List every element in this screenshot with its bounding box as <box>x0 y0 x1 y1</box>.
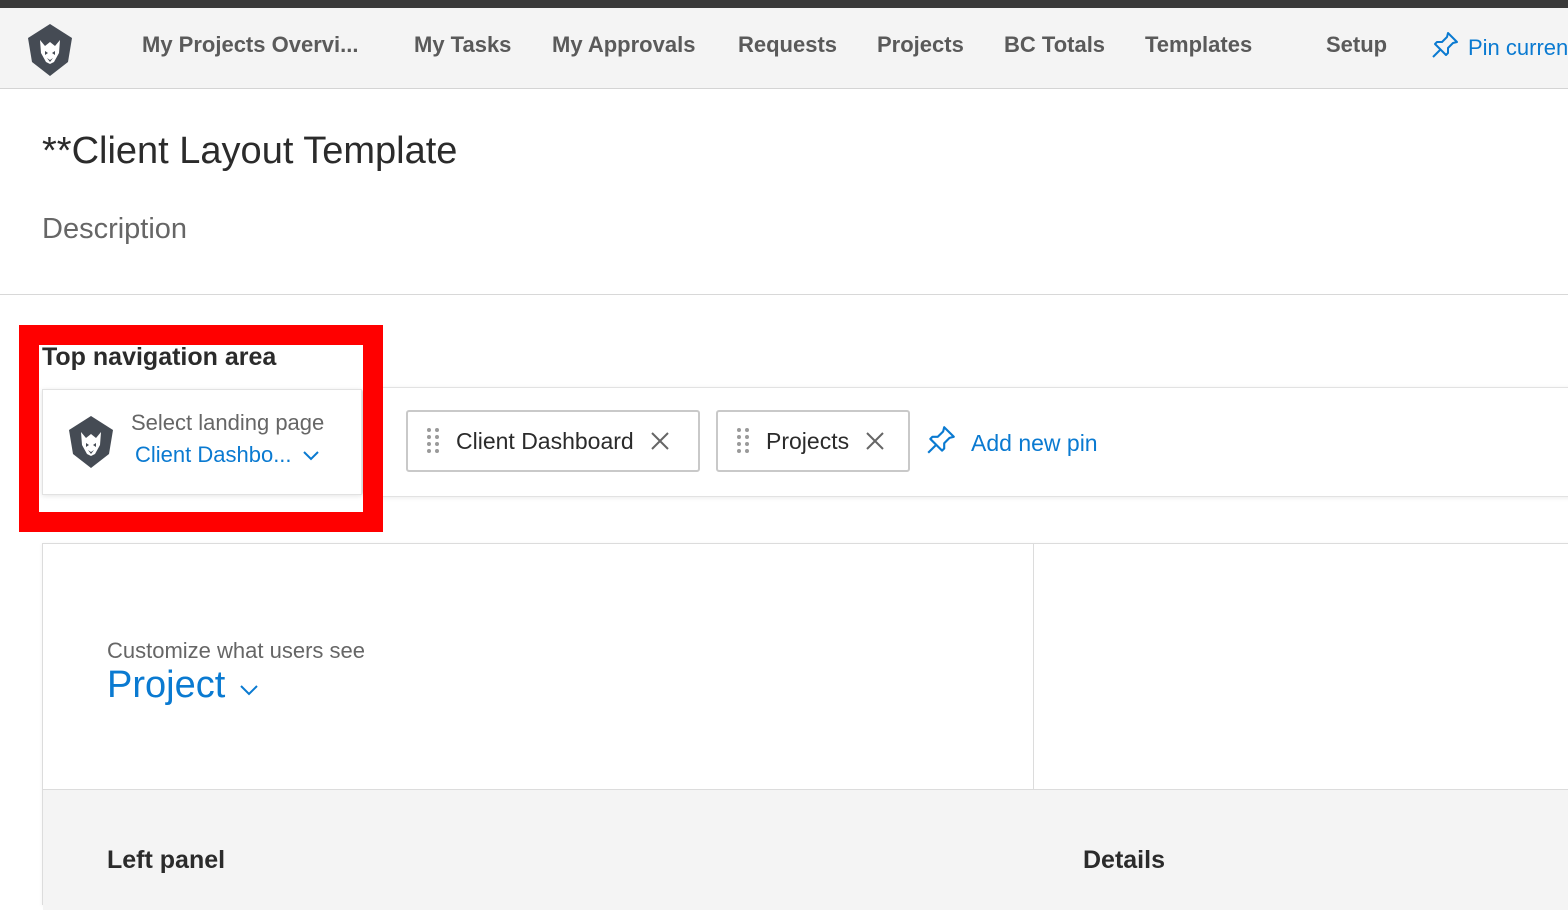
nav-item-requests[interactable]: Requests <box>738 32 837 58</box>
pin-chip-label: Projects <box>766 427 850 454</box>
landing-page-selector[interactable]: Select landing page Client Dashbo... <box>42 389 362 495</box>
pin-chip-projects[interactable]: Projects <box>716 410 910 472</box>
customize-caption: Customize what users see <box>107 638 365 663</box>
customize-object-value: Project <box>107 664 226 706</box>
chevron-down-icon <box>239 664 259 707</box>
nav-item-projects[interactable]: Projects <box>877 32 964 58</box>
pin-current-label: Pin curren <box>1468 35 1568 60</box>
customize-object-dropdown[interactable]: Project <box>107 664 259 707</box>
nav-item-my-tasks[interactable]: My Tasks <box>414 32 511 58</box>
window-top-strip <box>0 0 1568 8</box>
top-navbar: My Projects Overvi... My Tasks My Approv… <box>0 8 1568 89</box>
close-icon[interactable] <box>650 431 670 451</box>
pin-chip-label: Client Dashboard <box>456 427 634 454</box>
layout-panel: Customize what users see Project Left pa… <box>42 543 1568 910</box>
nav-item-setup[interactable]: Setup <box>1326 32 1387 58</box>
page-title[interactable]: **Client Layout Template <box>42 130 457 173</box>
lion-logo-icon[interactable] <box>24 22 76 78</box>
description-field[interactable]: Description <box>42 213 187 246</box>
pin-chip-client-dashboard[interactable]: Client Dashboard <box>406 410 700 472</box>
lion-logo-icon <box>65 414 117 470</box>
nav-item-templates[interactable]: Templates <box>1145 32 1252 58</box>
panel-bottom-area <box>43 789 1568 910</box>
chevron-down-icon <box>302 442 320 468</box>
landing-page-dropdown[interactable]: Client Dashbo... <box>135 442 320 468</box>
landing-page-value: Client Dashbo... <box>135 442 292 467</box>
drag-handle-icon[interactable] <box>426 426 440 456</box>
nav-item-my-approvals[interactable]: My Approvals <box>552 32 695 58</box>
section-divider <box>0 294 1568 295</box>
pin-icon <box>925 424 957 462</box>
top-navigation-area-label: Top navigation area <box>42 343 277 371</box>
nav-item-my-projects-overview[interactable]: My Projects Overvi... <box>142 32 358 58</box>
close-icon[interactable] <box>865 431 885 451</box>
pin-current-button[interactable]: Pin curren <box>1430 30 1568 66</box>
drag-handle-icon[interactable] <box>736 426 750 456</box>
nav-item-bc-totals[interactable]: BC Totals <box>1004 32 1105 58</box>
add-new-pin-label: Add new pin <box>971 429 1098 456</box>
pin-icon <box>1430 30 1460 66</box>
panel-divider <box>1033 544 1034 789</box>
add-new-pin-button[interactable]: Add new pin <box>925 424 1098 462</box>
landing-page-caption: Select landing page <box>131 410 325 435</box>
details-heading: Details <box>1083 846 1165 874</box>
left-panel-heading: Left panel <box>107 846 226 874</box>
